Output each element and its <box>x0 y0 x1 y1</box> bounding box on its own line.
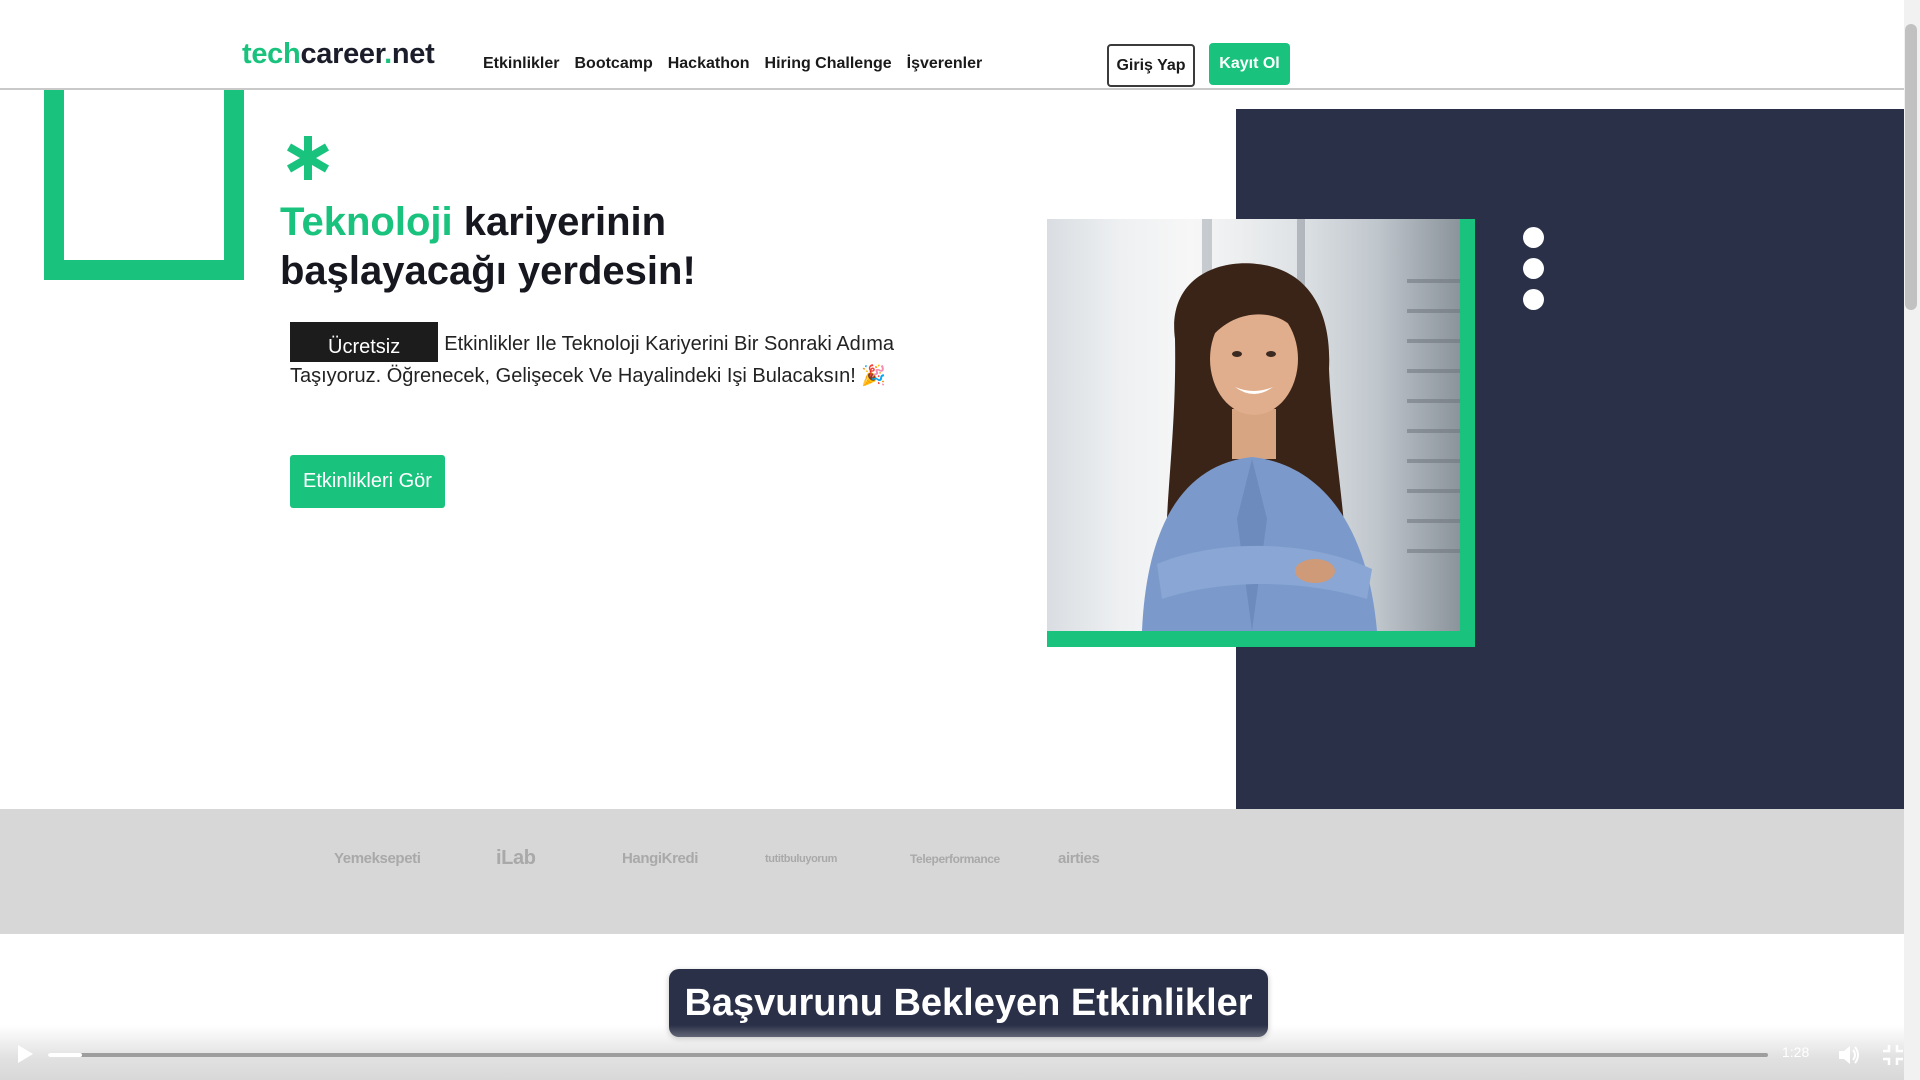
partner-logo-tutitbuluyorum: tutitbuluyorum <box>765 853 837 865</box>
hero-title-line1: kariyerinin <box>452 200 667 244</box>
hero-photo <box>1047 219 1460 631</box>
webpage: techcareer.net Etkinlikler Bootcamp Hack… <box>0 0 1904 1080</box>
carousel-dot[interactable] <box>1523 227 1544 248</box>
nav-item-hackathon[interactable]: Hackathon <box>668 55 750 73</box>
partner-logo-yemeksepeti: Yemeksepeti <box>334 850 421 867</box>
site-logo[interactable]: techcareer.net <box>242 38 435 71</box>
video-progress-bar[interactable] <box>48 1053 1768 1057</box>
play-icon[interactable] <box>14 1043 36 1065</box>
nav-item-bootcamp[interactable]: Bootcamp <box>574 55 652 73</box>
logo-part-career: career <box>300 38 385 70</box>
partner-logo-teleperformance: Teleperformance <box>910 852 1000 866</box>
video-progress-fill <box>48 1053 83 1057</box>
partner-logo-airties: airties <box>1058 850 1100 867</box>
nav-item-etkinlikler[interactable]: Etkinlikler <box>483 55 559 73</box>
scrollbar-thumb[interactable] <box>1905 24 1917 310</box>
hero-description: Ücretsiz Etkinlikler Ile Teknoloji Kariye… <box>290 320 930 392</box>
signup-button[interactable]: Kayıt Ol <box>1209 43 1290 85</box>
main-nav: Etkinlikler Bootcamp Hackathon Hiring Ch… <box>483 55 982 73</box>
logo-part-dot: . <box>384 38 392 70</box>
see-events-button[interactable]: Etkinlikleri Gör <box>290 455 445 508</box>
hero-title-line2: başlayacağı yerdesin! <box>280 249 696 293</box>
carousel-dot[interactable] <box>1523 289 1544 310</box>
nav-item-hiring-challenge[interactable]: Hiring Challenge <box>765 55 892 73</box>
site-header: techcareer.net Etkinlikler Bootcamp Hack… <box>0 0 1904 90</box>
logo-part-net: net <box>391 38 435 70</box>
partner-logo-strip <box>0 809 1904 934</box>
decorative-green-square <box>44 60 244 280</box>
carousel-dots <box>1523 227 1544 320</box>
video-time: 1:28 <box>1782 1044 1810 1060</box>
volume-icon[interactable] <box>1836 1042 1862 1068</box>
nav-item-isverenler[interactable]: İşverenler <box>907 55 983 73</box>
login-button[interactable]: Giriş Yap <box>1107 44 1195 87</box>
partner-logo-hangikredi: HangiKredi <box>622 850 699 867</box>
asterisk-icon <box>286 108 330 180</box>
free-tag: Ücretsiz <box>290 322 439 362</box>
hero-title-highlight: Teknoloji <box>280 200 453 244</box>
hero-title: Teknoloji kariyerinin başlayacağı yerdes… <box>280 198 696 296</box>
exit-fullscreen-icon[interactable] <box>1880 1042 1906 1068</box>
partner-logo-ilab: iLab <box>496 847 536 869</box>
carousel-dot[interactable] <box>1523 258 1544 279</box>
logo-part-tech: tech <box>242 38 301 70</box>
